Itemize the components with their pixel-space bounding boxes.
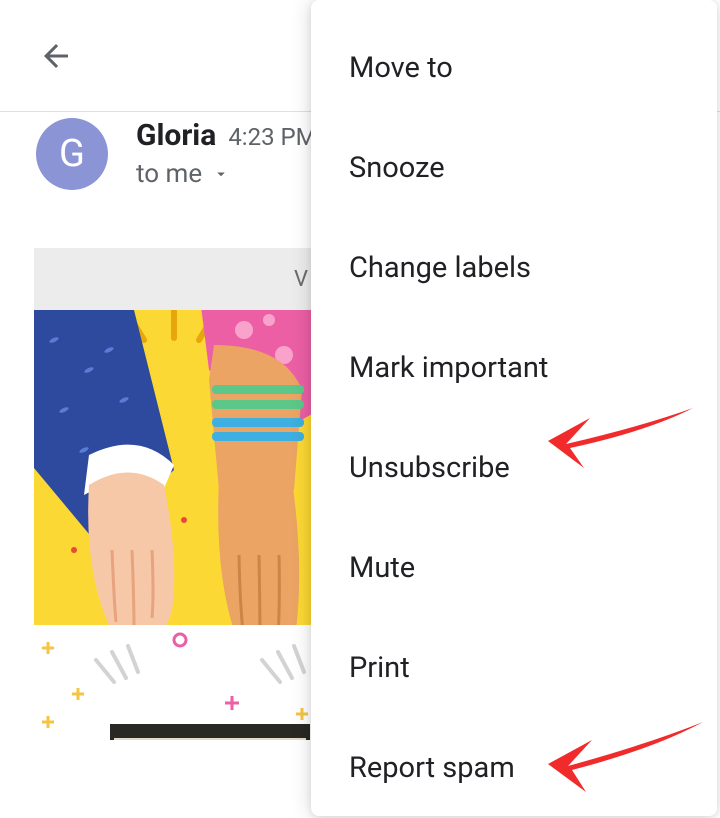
email-banner: V	[34, 248, 312, 310]
menu-item-label: Mute	[349, 551, 415, 585]
menu-item-snooze[interactable]: Snooze	[311, 118, 717, 218]
sender-block: Gloria 4:23 PM to me	[108, 118, 317, 190]
menu-item-change-labels[interactable]: Change labels	[311, 218, 717, 318]
sender-name: Gloria	[136, 118, 216, 153]
menu-item-label: Report spam	[349, 751, 515, 785]
email-image	[34, 310, 312, 740]
menu-item-mute[interactable]: Mute	[311, 518, 717, 618]
avatar[interactable]: G	[36, 118, 108, 190]
recipient-text: to me	[136, 159, 202, 189]
arrow-left-icon	[38, 38, 74, 74]
recipient-toggle[interactable]: to me	[136, 159, 317, 189]
menu-item-label: Move to	[349, 51, 453, 85]
banner-text: V	[294, 267, 308, 292]
menu-item-label: Mark important	[349, 351, 548, 385]
menu-item-label: Print	[349, 651, 410, 685]
menu-item-print[interactable]: Print	[311, 618, 717, 718]
menu-item-report-spam[interactable]: Report spam	[311, 718, 717, 818]
overflow-menu: Move to Snooze Change labels Mark import…	[311, 0, 717, 816]
avatar-initial: G	[59, 132, 85, 176]
chevron-down-icon	[212, 165, 230, 183]
menu-item-label: Snooze	[349, 151, 445, 185]
menu-item-unsubscribe[interactable]: Unsubscribe	[311, 418, 717, 518]
menu-item-label: Unsubscribe	[349, 451, 510, 485]
back-button[interactable]	[38, 38, 74, 74]
sender-time: 4:23 PM	[228, 123, 316, 151]
menu-item-mark-important[interactable]: Mark important	[311, 318, 717, 418]
menu-item-label: Change labels	[349, 251, 531, 285]
menu-item-move-to[interactable]: Move to	[311, 18, 717, 118]
